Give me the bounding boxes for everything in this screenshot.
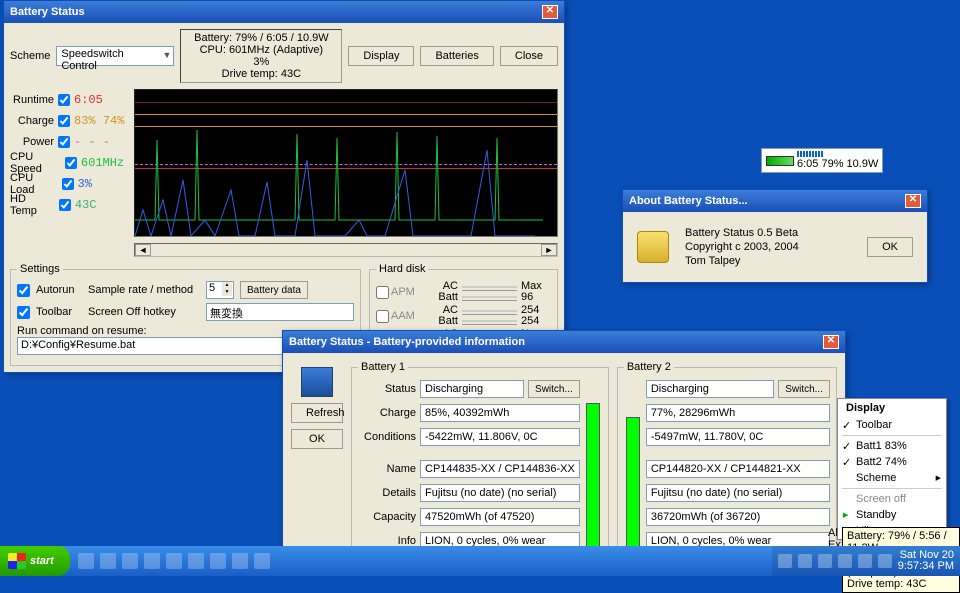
apm-batt-slider[interactable] bbox=[462, 293, 517, 301]
cpuspeed-checkbox[interactable] bbox=[65, 157, 77, 169]
ql-icon[interactable] bbox=[254, 553, 270, 569]
system-tray: Sat Nov 20 9:57:34 PM bbox=[772, 546, 960, 576]
graph-canvas bbox=[134, 89, 558, 237]
graph-scrollbar[interactable]: ◄ ► bbox=[134, 243, 558, 257]
ql-icon[interactable] bbox=[100, 553, 116, 569]
b2-name: CP144820-XX / CP144821-XX bbox=[646, 460, 830, 478]
b1-charge: 85%, 40392mWh bbox=[420, 404, 580, 422]
display-button[interactable]: Display bbox=[348, 46, 414, 66]
toolbar-checkbox[interactable] bbox=[17, 306, 30, 319]
autorun-checkbox[interactable] bbox=[17, 284, 30, 297]
taskbar-clock[interactable]: Sat Nov 20 9:57:34 PM bbox=[898, 550, 954, 572]
metric-runtime: Runtime 6:05 bbox=[10, 89, 130, 110]
main-titlebar[interactable]: Battery Status ✕ bbox=[4, 1, 564, 23]
b2-switch-button[interactable]: Switch... bbox=[778, 380, 830, 398]
sample-rate-spinner[interactable]: 5 bbox=[206, 281, 234, 299]
about-window: About Battery Status... ✕ Battery Status… bbox=[622, 189, 928, 283]
cpuload-checkbox[interactable] bbox=[62, 178, 74, 190]
batteries-button[interactable]: Batteries bbox=[420, 46, 493, 66]
b2-charge-bar bbox=[626, 417, 640, 553]
app-icon bbox=[637, 231, 669, 263]
ql-icon[interactable] bbox=[78, 553, 94, 569]
metric-charge: Charge 83% 74% bbox=[10, 110, 130, 131]
menu-batt1[interactable]: Batt1 83% bbox=[838, 438, 946, 454]
menu-standby[interactable]: Standby bbox=[838, 507, 946, 523]
runtime-checkbox[interactable] bbox=[58, 94, 70, 106]
metric-cpuspeed: CPU Speed 601MHz bbox=[10, 152, 130, 173]
hdtemp-checkbox[interactable] bbox=[59, 199, 71, 211]
tray-icon[interactable] bbox=[818, 554, 832, 568]
charge-checkbox[interactable] bbox=[58, 115, 70, 127]
menu-toolbar[interactable]: Toolbar bbox=[838, 417, 946, 433]
b2-conditions: -5497mW, 11.780V, 0C bbox=[646, 428, 830, 446]
scroll-left-icon[interactable]: ◄ bbox=[135, 244, 151, 256]
menu-scheme[interactable]: Scheme bbox=[838, 470, 946, 486]
aam-checkbox[interactable] bbox=[376, 310, 389, 323]
ql-icon[interactable] bbox=[166, 553, 182, 569]
battery-data-button[interactable]: Battery data bbox=[240, 281, 308, 299]
tray-icon[interactable] bbox=[838, 554, 852, 568]
main-title: Battery Status bbox=[10, 6, 85, 18]
b2-capacity: 36720mWh (of 36720) bbox=[646, 508, 830, 526]
quicklaunch[interactable] bbox=[70, 553, 278, 569]
ql-icon[interactable] bbox=[232, 553, 248, 569]
floating-toolbar[interactable]: 6:05 79% 10.9W bbox=[761, 148, 883, 173]
close-button[interactable]: Close bbox=[500, 46, 558, 66]
b1-status: Discharging bbox=[420, 380, 524, 398]
b1-details: Fujitsu (no date) (no serial) bbox=[420, 484, 580, 502]
close-icon[interactable]: ✕ bbox=[823, 335, 839, 349]
about-titlebar[interactable]: About Battery Status... ✕ bbox=[623, 190, 927, 212]
tray-icon[interactable] bbox=[878, 554, 892, 568]
menu-screenoff[interactable]: Screen off bbox=[838, 491, 946, 507]
b1-conditions: -5422mW, 11.806V, 0C bbox=[420, 428, 580, 446]
scheme-combo[interactable]: Speedswitch Control bbox=[56, 46, 174, 66]
ql-icon[interactable] bbox=[210, 553, 226, 569]
refresh-button[interactable]: Refresh bbox=[291, 403, 343, 423]
close-icon[interactable]: ✕ bbox=[905, 194, 921, 208]
battery-level-icon bbox=[766, 156, 794, 166]
scheme-label: Scheme bbox=[10, 50, 50, 62]
ql-icon[interactable] bbox=[122, 553, 138, 569]
tray-icon[interactable] bbox=[858, 554, 872, 568]
b2-status: Discharging bbox=[646, 380, 774, 398]
battery-info-titlebar[interactable]: Battery Status - Battery-provided inform… bbox=[283, 331, 845, 353]
windows-logo-icon bbox=[8, 553, 26, 569]
scroll-right-icon[interactable]: ► bbox=[541, 244, 557, 256]
tray-icon[interactable] bbox=[778, 554, 792, 568]
about-ok-button[interactable]: OK bbox=[867, 237, 913, 257]
screenoff-hotkey-input[interactable]: 無変換 bbox=[206, 303, 354, 321]
metric-cpuload: CPU Load 3% bbox=[10, 173, 130, 194]
start-button[interactable]: start bbox=[0, 546, 70, 576]
tray-context-menu: Display Toolbar Batt1 83% Batt2 74% Sche… bbox=[837, 398, 947, 540]
b1-switch-button[interactable]: Switch... bbox=[528, 380, 580, 398]
summary-box: Battery: 79% / 6:05 / 10.9W CPU: 601MHz … bbox=[180, 29, 342, 83]
close-icon[interactable]: ✕ bbox=[542, 5, 558, 19]
ql-icon[interactable] bbox=[144, 553, 160, 569]
metric-hdtemp: HD Temp 43C bbox=[10, 194, 130, 215]
metric-column: Runtime 6:05 Charge 83% 74% Power - - - … bbox=[10, 89, 130, 237]
apm-ac-slider[interactable] bbox=[462, 283, 517, 291]
battery-info-window: Battery Status - Battery-provided inform… bbox=[282, 330, 846, 567]
b2-charge: 77%, 28296mWh bbox=[646, 404, 830, 422]
b2-details: Fujitsu (no date) (no serial) bbox=[646, 484, 830, 502]
main-window: Battery Status ✕ Scheme Speedswitch Cont… bbox=[3, 0, 565, 373]
metric-power: Power - - - bbox=[10, 131, 130, 152]
apm-checkbox[interactable] bbox=[376, 286, 389, 299]
aam-batt-slider[interactable] bbox=[462, 317, 517, 325]
tray-icon[interactable] bbox=[798, 554, 812, 568]
battery-icon bbox=[301, 367, 333, 397]
ok-button[interactable]: OK bbox=[291, 429, 343, 449]
ql-icon[interactable] bbox=[188, 553, 204, 569]
b1-name: CP144835-XX / CP144836-XX bbox=[420, 460, 580, 478]
b1-charge-bar bbox=[586, 403, 600, 553]
b1-capacity: 47520mWh (of 47520) bbox=[420, 508, 580, 526]
aam-ac-slider[interactable] bbox=[462, 307, 517, 315]
resume-command-input[interactable]: D:¥Config¥Resume.bat bbox=[17, 337, 326, 355]
taskbar: start Sat Nov 20 9:57:34 PM bbox=[0, 546, 960, 576]
menu-batt2[interactable]: Batt2 74% bbox=[838, 454, 946, 470]
power-checkbox[interactable] bbox=[58, 136, 70, 148]
